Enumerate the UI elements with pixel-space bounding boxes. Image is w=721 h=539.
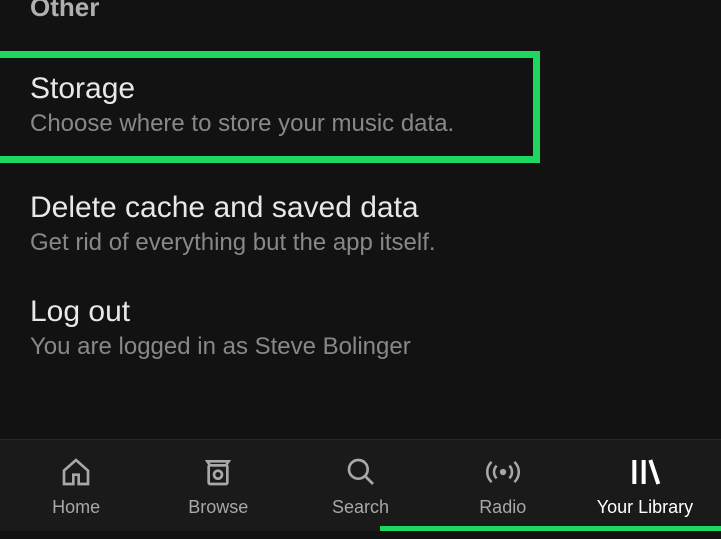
search-icon: [345, 453, 377, 491]
library-icon: [629, 453, 661, 491]
nav-home[interactable]: Home: [5, 453, 147, 518]
delete-cache-title: Delete cache and saved data: [30, 191, 691, 225]
nav-home-label: Home: [52, 497, 100, 518]
nav-search[interactable]: Search: [289, 453, 431, 518]
logout-title: Log out: [30, 295, 691, 329]
settings-item-delete-cache[interactable]: Delete cache and saved data Get rid of e…: [0, 173, 721, 277]
nav-library-label: Your Library: [597, 497, 693, 518]
storage-subtitle: Choose where to store your music data.: [30, 110, 503, 138]
nav-browse[interactable]: Browse: [147, 453, 289, 518]
section-header-other: Other: [0, 0, 721, 33]
nav-search-label: Search: [332, 497, 389, 518]
nav-browse-label: Browse: [188, 497, 248, 518]
delete-cache-subtitle: Get rid of everything but the app itself…: [30, 229, 691, 257]
nav-radio-label: Radio: [479, 497, 526, 518]
logout-subtitle: You are logged in as Steve Bolinger: [30, 333, 691, 361]
settings-item-logout[interactable]: Log out You are logged in as Steve Bolin…: [0, 277, 721, 381]
settings-item-storage[interactable]: Storage Choose where to store your music…: [0, 51, 540, 163]
storage-title: Storage: [30, 72, 503, 106]
bottom-nav: Home Browse Search: [0, 439, 721, 531]
nav-library[interactable]: Your Library: [574, 453, 716, 518]
home-icon: [60, 453, 92, 491]
browse-icon: [202, 453, 234, 491]
settings-list: Storage Choose where to store your music…: [0, 33, 721, 381]
nav-radio[interactable]: Radio: [432, 453, 574, 518]
active-indicator: [380, 526, 721, 531]
radio-icon: [484, 453, 522, 491]
